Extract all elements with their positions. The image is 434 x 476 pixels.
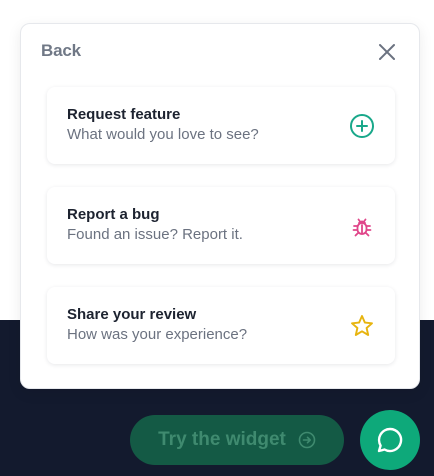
back-button[interactable]: Back [41, 41, 81, 61]
star-icon [351, 315, 373, 336]
try-widget-label: Try the widget [158, 429, 286, 450]
close-icon [379, 44, 395, 60]
try-widget-button[interactable]: Try the widget [130, 415, 344, 465]
chat-bubble-icon [377, 427, 403, 453]
report-bug-card[interactable]: Report a bug Found an issue? Report it. [47, 187, 395, 264]
share-review-title: Share your review [67, 306, 197, 323]
plus-circle-icon [350, 114, 374, 138]
share-review-card[interactable]: Share your review How was your experienc… [47, 287, 395, 364]
close-button[interactable] [377, 42, 397, 62]
report-bug-subtitle: Found an issue? Report it. [67, 226, 243, 243]
report-bug-title: Report a bug [67, 206, 160, 223]
request-feature-subtitle: What would you love to see? [67, 126, 259, 143]
request-feature-title: Request feature [67, 106, 181, 123]
feedback-panel: Back Request feature What would you love… [20, 23, 420, 389]
chat-launcher-button[interactable] [360, 410, 420, 470]
share-review-subtitle: How was your experience? [67, 326, 248, 343]
request-feature-card[interactable]: Request feature What would you love to s… [47, 87, 395, 164]
arrow-right-circle-icon [298, 431, 316, 449]
bug-icon [352, 218, 372, 237]
